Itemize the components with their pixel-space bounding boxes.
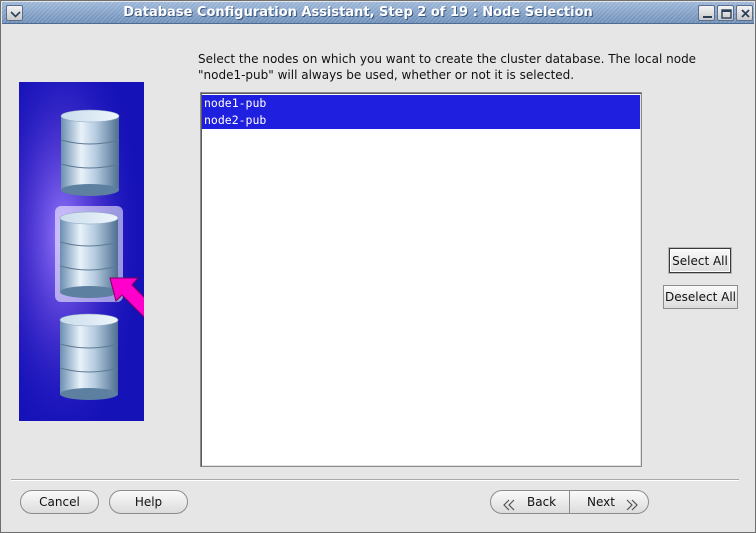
next-button[interactable]: Next <box>571 491 648 513</box>
minimize-icon[interactable] <box>698 5 715 21</box>
next-label: Next <box>587 495 615 509</box>
help-label: Help <box>134 495 163 509</box>
select-all-label: Select All <box>672 253 728 268</box>
back-button[interactable]: Back <box>491 491 570 513</box>
cancel-label: Cancel <box>39 495 80 509</box>
select-all-button[interactable]: Select All <box>669 248 731 273</box>
help-button[interactable]: Help <box>109 490 188 514</box>
maximize-icon[interactable] <box>717 5 734 21</box>
node-list[interactable]: node1-pub node2-pub <box>200 92 642 467</box>
deselect-all-label: Deselect All <box>665 290 736 304</box>
list-item[interactable]: node1-pub <box>202 95 640 112</box>
side-image-database-cylinders <box>19 82 144 421</box>
back-label: Back <box>527 495 557 509</box>
database-cylinder-icon <box>60 109 120 196</box>
navigation-buttons: Back Next <box>490 490 649 514</box>
instruction-text: Select the nodes on which you want to cr… <box>198 52 697 82</box>
double-chevron-left-icon <box>503 496 515 513</box>
list-item[interactable]: node2-pub <box>202 112 640 129</box>
separator <box>11 479 739 481</box>
dbca-window: Database Configuration Assistant, Step 2… <box>0 0 756 533</box>
deselect-all-button[interactable]: Deselect All <box>663 285 738 309</box>
close-icon[interactable] <box>736 5 753 21</box>
window-menu-icon[interactable] <box>6 5 23 21</box>
window-title: Database Configuration Assistant, Step 2… <box>123 5 593 20</box>
title-bar[interactable]: Database Configuration Assistant, Step 2… <box>2 2 754 24</box>
cancel-button[interactable]: Cancel <box>20 490 99 514</box>
database-cylinder-icon <box>59 313 119 400</box>
double-chevron-right-icon <box>626 496 638 513</box>
